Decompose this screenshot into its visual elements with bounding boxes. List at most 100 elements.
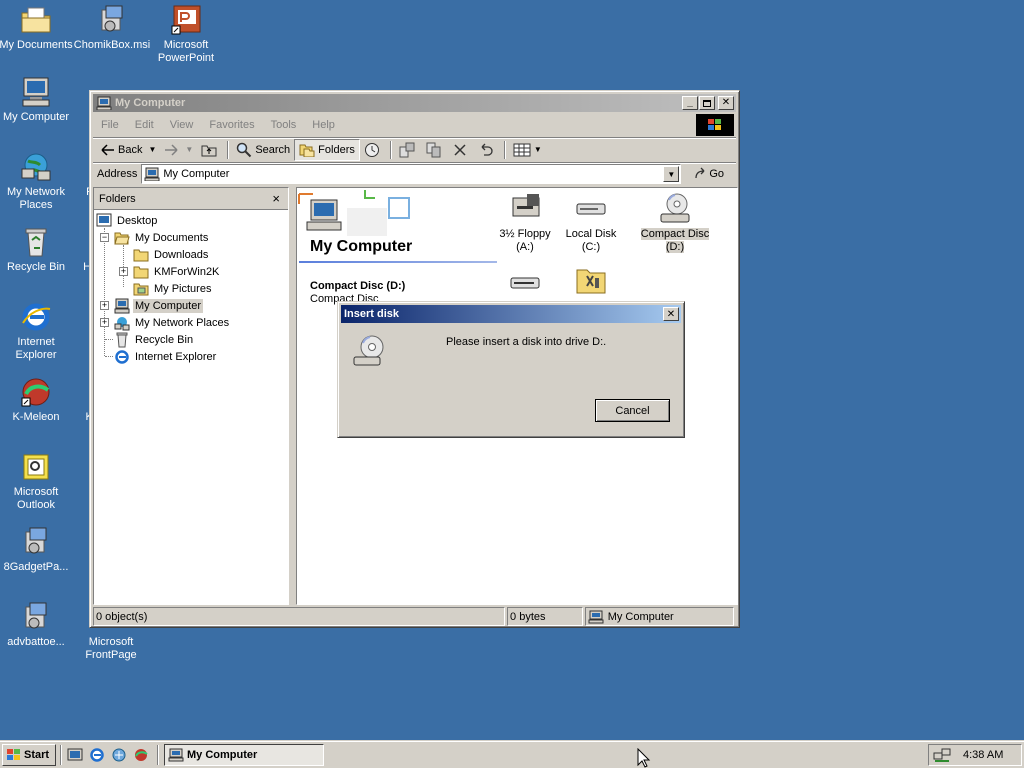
network-tray-icon[interactable] (933, 747, 951, 763)
cancel-button[interactable]: Cancel (595, 399, 670, 422)
tree-collapse-toggle[interactable]: − (100, 233, 109, 242)
address-input[interactable]: My Computer ▼ (141, 164, 682, 184)
tree-node-recycle-bin[interactable]: Recycle Bin (114, 331, 195, 348)
drive-floppy-a[interactable]: 3½ Floppy (A:) (489, 192, 561, 254)
k-meleon-icon (135, 748, 148, 761)
removable-drive-icon (509, 268, 541, 300)
copy-to-button[interactable] (422, 139, 449, 161)
folders-pane-close-button[interactable]: × (272, 191, 280, 206)
address-dropdown-button[interactable]: ▼ (663, 166, 680, 182)
tree-node-label: My Pictures (154, 282, 212, 295)
windows-logo-icon (7, 748, 20, 760)
dialog-message: Please insert a disk into drive D:. (446, 336, 607, 348)
delete-x-icon (454, 143, 466, 156)
desktop-icon (96, 213, 112, 229)
insert-disk-dialog: Insert disk ✕ Please insert a disk into … (337, 301, 685, 438)
desktop-icon-label: ChomikBox.msi (73, 39, 151, 51)
chevron-down-icon: ▼ (185, 145, 194, 154)
pane-splitter[interactable] (290, 187, 295, 605)
dialog-close-button[interactable]: ✕ (663, 307, 679, 321)
delete-button[interactable] (449, 139, 474, 161)
menu-view[interactable]: View (162, 119, 202, 131)
go-label: Go (709, 168, 725, 180)
taskbar-item-my-computer[interactable]: My Computer (164, 743, 324, 766)
quick-launch (65, 745, 153, 765)
views-button[interactable]: ▼ (509, 139, 546, 161)
desktop-icon-powerpoint[interactable]: Microsoft PowerPoint (146, 4, 226, 65)
chevron-down-icon: ▼ (148, 145, 157, 154)
quick-launch-k-meleon[interactable] (131, 745, 151, 765)
folder-open-icon (114, 230, 130, 246)
move-to-button[interactable] (395, 139, 422, 161)
tree-node-kmforwin2k[interactable]: KMForWin2K (133, 263, 221, 280)
menu-edit[interactable]: Edit (127, 119, 162, 131)
quick-launch-ie[interactable] (87, 745, 107, 765)
drive-compact-disc-d[interactable]: Compact Disc (D:) (639, 192, 711, 254)
search-button[interactable]: Search (232, 139, 294, 161)
tree-node-my-pictures[interactable]: My Pictures (133, 280, 213, 297)
desktop-icon-outlook[interactable]: Microsoft Outlook (0, 451, 76, 512)
toolbar-separator (227, 140, 230, 159)
drive-label: Local Disk (C:) (565, 228, 617, 253)
outlook-express-icon (112, 748, 126, 761)
powerpoint-icon (170, 4, 202, 36)
desktop-icon-label: Microsoft FrontPage (85, 636, 137, 661)
clock[interactable]: 4:38 AM (963, 749, 1003, 761)
desktop-icon-8gadgetpack[interactable]: 8GadgetPa... (0, 526, 76, 574)
status-size: 0 bytes (507, 607, 583, 626)
internet-explorer-icon (114, 349, 130, 365)
menu-favorites[interactable]: Favorites (201, 119, 262, 131)
views-grid-icon (513, 143, 531, 156)
up-folder-button[interactable] (197, 139, 224, 161)
tree-node-label: Desktop (117, 214, 158, 227)
taskbar-separator (60, 744, 62, 765)
desktop-icon-label: 8GadgetPa... (3, 561, 69, 573)
desktop-icon-advbattoexe[interactable]: advbattoe... (0, 601, 76, 649)
desktop-icon-my-documents[interactable]: My Documents (0, 4, 76, 52)
menu-tools[interactable]: Tools (263, 119, 305, 131)
content-banner-title: My Computer (310, 238, 413, 255)
back-button[interactable]: Back ▼ (97, 139, 160, 161)
go-button[interactable]: Go (693, 167, 724, 181)
show-desktop-button[interactable] (65, 745, 85, 765)
desktop-icon-chomikbox[interactable]: ChomikBox.msi (72, 4, 152, 52)
tree-node-my-documents[interactable]: My Documents (114, 229, 210, 246)
tree-node-label: KMForWin2K (154, 265, 220, 278)
tree-node-downloads[interactable]: Downloads (133, 246, 210, 263)
drive-removable[interactable] (489, 268, 561, 304)
close-button[interactable]: ✕ (718, 96, 734, 110)
tree-expand-toggle[interactable]: + (119, 267, 128, 276)
quick-launch-outlook-express[interactable] (109, 745, 129, 765)
maximize-button[interactable] (699, 96, 715, 110)
status-zone: My Computer (584, 607, 734, 626)
status-zone-label: My Computer (607, 610, 674, 623)
menu-file[interactable]: File (93, 119, 127, 131)
status-bar: 0 object(s) 0 bytes My Computer (93, 607, 736, 626)
undo-button[interactable] (474, 139, 501, 161)
internet-explorer-icon (90, 747, 104, 762)
history-button[interactable] (360, 139, 387, 161)
window-titlebar[interactable]: My Computer _ ✕ (93, 94, 736, 112)
tree-node-desktop[interactable]: Desktop (96, 212, 159, 229)
copy-to-icon (426, 142, 441, 157)
tree-node-my-network-places[interactable]: My Network Places (114, 314, 231, 331)
menu-help[interactable]: Help (304, 119, 343, 131)
start-button[interactable]: Start (2, 743, 56, 766)
tree-expand-toggle[interactable]: + (100, 301, 109, 310)
tree-node-internet-explorer[interactable]: Internet Explorer (114, 348, 218, 365)
forward-button[interactable]: ▼ (160, 139, 197, 161)
chevron-down-icon: ▼ (533, 145, 542, 154)
close-icon: ✕ (721, 97, 731, 108)
folders-button[interactable]: Folders (294, 138, 360, 161)
tree-node-label: My Documents (135, 231, 209, 244)
folders-pane-header: Folders × (94, 188, 288, 210)
dialog-titlebar[interactable]: Insert disk ✕ (341, 305, 681, 323)
tree-node-label: My Computer (133, 298, 204, 313)
drive-local-disk-c[interactable]: Local Disk (C:) (555, 192, 627, 254)
up-folder-icon (201, 145, 217, 156)
outlook-icon (20, 451, 52, 483)
control-panel-folder[interactable] (555, 264, 627, 300)
tree-expand-toggle[interactable]: + (100, 318, 109, 327)
minimize-button[interactable]: _ (682, 96, 698, 110)
tree-node-my-computer[interactable]: My Computer (114, 297, 204, 314)
